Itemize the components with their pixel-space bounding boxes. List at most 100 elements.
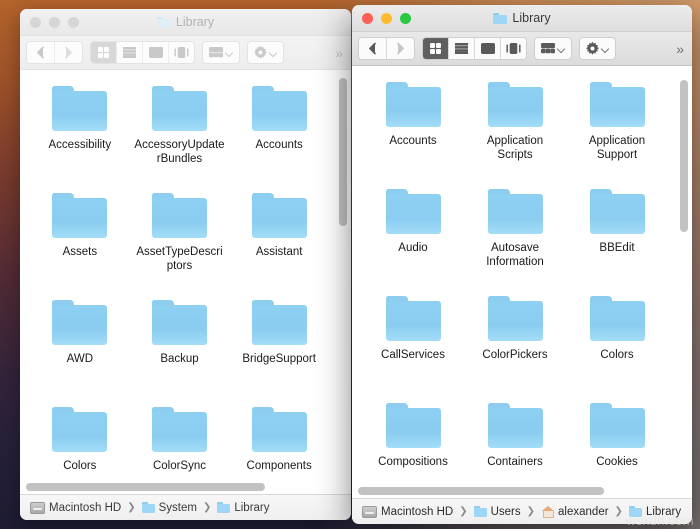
toolbar-overflow-button[interactable]: »: [335, 46, 343, 60]
list-item[interactable]: Accounts: [229, 82, 329, 189]
list-item[interactable]: Colors: [566, 292, 668, 399]
breadcrumb-users[interactable]: Users: [473, 505, 521, 518]
group-by-button[interactable]: [534, 37, 572, 60]
horizontal-scrollbar-thumb[interactable]: [26, 483, 266, 491]
list-view-button[interactable]: [449, 38, 475, 59]
vertical-scrollbar-thumb[interactable]: [680, 80, 688, 232]
list-item[interactable]: Application Support: [566, 78, 668, 185]
breadcrumb-separator: ❯: [459, 506, 468, 517]
icon-grid-area[interactable]: Accounts Application Scripts Application…: [352, 66, 692, 498]
list-item-label: ColorSync: [152, 460, 207, 472]
list-item[interactable]: Accounts: [362, 78, 464, 185]
close-button[interactable]: [30, 16, 41, 28]
breadcrumb-library[interactable]: Library: [628, 505, 682, 518]
folder-icon: [385, 403, 441, 448]
folder-icon: [487, 189, 543, 234]
path-bar[interactable]: Macintosh HD ❯ System ❯ Library: [20, 494, 351, 520]
home-icon: [541, 506, 555, 518]
column-view-button[interactable]: [475, 38, 501, 59]
icon-view-button[interactable]: [423, 38, 449, 59]
list-item-label: AWD: [66, 353, 94, 365]
titlebar[interactable]: Library: [352, 5, 692, 32]
list-item[interactable]: AWD: [30, 296, 130, 403]
window-title-label: Library: [175, 15, 215, 29]
path-bar[interactable]: Macintosh HD ❯ Users ❯ alexander ❯ Libra…: [352, 498, 692, 524]
minimize-button[interactable]: [49, 16, 60, 28]
breadcrumb-library[interactable]: Library: [217, 502, 270, 514]
finder-window-user-library[interactable]: Library » Accounts Application Scripts A…: [352, 5, 692, 524]
breadcrumb-home[interactable]: alexander: [541, 506, 609, 518]
list-item[interactable]: Cookies: [566, 399, 668, 498]
list-item[interactable]: Audio: [362, 185, 464, 292]
folder-icon: [151, 300, 207, 345]
vertical-scrollbar[interactable]: [680, 70, 688, 494]
folder-icon: [156, 16, 171, 28]
horizontal-scrollbar-thumb[interactable]: [358, 487, 605, 495]
list-item[interactable]: BridgeSupport: [229, 296, 329, 403]
action-menu-button[interactable]: [247, 41, 284, 64]
forward-button[interactable]: [55, 42, 82, 63]
list-item[interactable]: Containers: [464, 399, 566, 498]
list-item[interactable]: BBEdit: [566, 185, 668, 292]
toolbar[interactable]: »: [20, 36, 351, 70]
gallery-view-button[interactable]: [169, 42, 194, 63]
list-item[interactable]: Colors: [30, 403, 130, 494]
chevron-down-icon: [226, 49, 233, 56]
list-item[interactable]: Accessibility: [30, 82, 130, 189]
traffic-lights: [362, 12, 411, 24]
back-button[interactable]: [27, 42, 55, 63]
action-menu-button[interactable]: [579, 37, 616, 60]
close-button[interactable]: [362, 12, 373, 24]
titlebar[interactable]: Library: [20, 9, 351, 36]
list-item-label: Accessibility: [48, 139, 112, 151]
list-item[interactable]: AssetTypeDescriptors: [130, 189, 230, 296]
breadcrumb-system[interactable]: System: [141, 502, 197, 514]
finder-window-system-library[interactable]: Library » Accessibility AccessoryUpdater…: [20, 9, 351, 520]
list-item[interactable]: Application Scripts: [464, 78, 566, 185]
group-by-button[interactable]: [202, 41, 240, 64]
nav-buttons[interactable]: [26, 41, 83, 64]
list-item-label: Accounts: [255, 139, 303, 151]
toolbar[interactable]: »: [352, 32, 692, 66]
back-button[interactable]: [359, 38, 387, 59]
list-item[interactable]: Autosave Information: [464, 185, 566, 292]
list-item[interactable]: ColorSync: [130, 403, 230, 494]
list-item[interactable]: ColorPickers: [464, 292, 566, 399]
toolbar-overflow-button[interactable]: »: [676, 42, 684, 56]
vertical-scrollbar-thumb[interactable]: [339, 78, 347, 226]
list-item-label: ColorPickers: [482, 349, 548, 361]
folder-icon: [251, 86, 307, 131]
horizontal-scrollbar[interactable]: [358, 487, 674, 495]
view-mode-buttons[interactable]: [422, 37, 527, 60]
horizontal-scrollbar[interactable]: [26, 483, 333, 491]
folder-icon: [52, 407, 108, 452]
folder-icon: [589, 82, 645, 127]
list-item[interactable]: Assets: [30, 189, 130, 296]
list-view-button[interactable]: [117, 42, 143, 63]
vertical-scrollbar[interactable]: [339, 74, 347, 490]
breadcrumb-label: Library: [645, 505, 682, 518]
list-item-label: Colors: [600, 349, 634, 361]
zoom-button[interactable]: [400, 12, 411, 24]
icon-grid-area[interactable]: Accessibility AccessoryUpdaterBundles Ac…: [20, 70, 351, 494]
icon-grid: Accessibility AccessoryUpdaterBundles Ac…: [20, 70, 351, 494]
list-item-label: Containers: [487, 456, 543, 468]
zoom-button[interactable]: [68, 16, 79, 28]
folder-icon: [487, 403, 543, 448]
list-item[interactable]: Assistant: [229, 189, 329, 296]
view-mode-buttons[interactable]: [90, 41, 195, 64]
breadcrumb-macintosh-hd[interactable]: Macintosh HD: [362, 505, 453, 518]
breadcrumb-macintosh-hd[interactable]: Macintosh HD: [30, 501, 121, 514]
forward-button[interactable]: [387, 38, 414, 59]
icon-view-button[interactable]: [91, 42, 117, 63]
list-item[interactable]: Backup: [130, 296, 230, 403]
minimize-button[interactable]: [381, 12, 392, 24]
nav-buttons[interactable]: [358, 37, 415, 60]
list-item[interactable]: CallServices: [362, 292, 464, 399]
column-view-button[interactable]: [143, 42, 169, 63]
list-item[interactable]: Compositions: [362, 399, 464, 498]
gallery-view-button[interactable]: [501, 38, 526, 59]
breadcrumb-label: Users: [490, 505, 521, 518]
list-item[interactable]: Components: [229, 403, 329, 494]
list-item[interactable]: AccessoryUpdaterBundles: [130, 82, 230, 189]
